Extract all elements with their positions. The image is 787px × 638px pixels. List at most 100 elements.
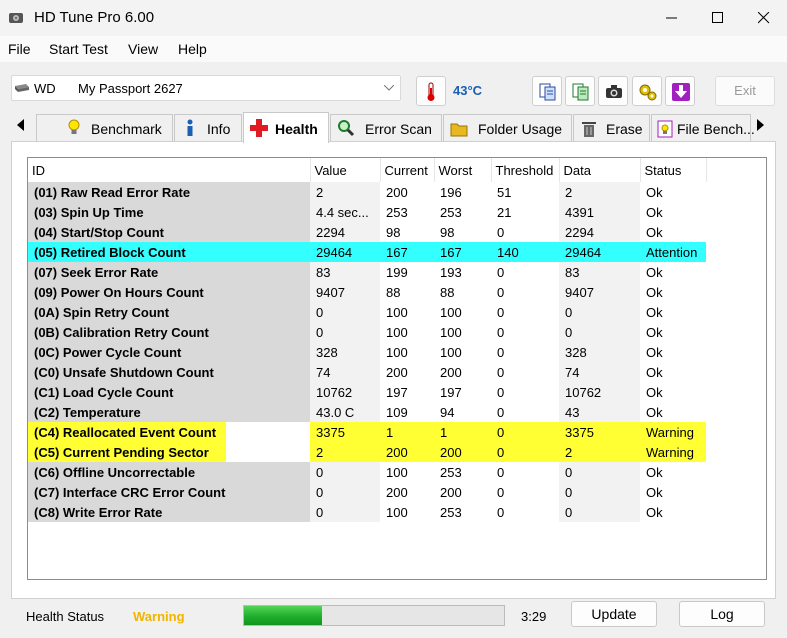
cell-status: Ok [646,184,663,200]
tab-info[interactable]: Info [174,114,242,142]
cell-threshold: 0 [497,484,505,500]
tab-file-bench[interactable]: File Bench... [651,114,755,142]
cell-data: 0 [559,482,640,502]
table-row[interactable]: (C2) Temperature 43.0 C 109 94 0 43 Ok [28,402,706,422]
app-icon [9,13,23,23]
minimize-icon [666,17,677,19]
cell-current: 100 [386,464,408,480]
column-header-current[interactable]: Current [380,158,435,182]
cell-id: (0B) Calibration Retry Count [28,322,310,342]
cell-value: 0 [310,322,380,342]
exit-button[interactable]: Exit [715,76,775,106]
cell-id: (C6) Offline Uncorrectable [28,462,310,482]
column-header-data[interactable]: Data [559,158,641,182]
cell-current: 199 [386,264,408,280]
table-row[interactable]: (C4) Reallocated Event Count 3375 1 1 0 3375 W… [28,422,706,442]
tab-benchmark[interactable]: Benchmark [36,114,173,142]
status-bar: Health Status Warning 3:29 Update Log [0,599,787,638]
cell-worst: 88 [440,284,455,300]
table-row[interactable]: (0A) Spin Retry Count 0 100 100 0 0 Ok [28,302,706,322]
cell-threshold: 0 [497,304,505,320]
copy-info-button[interactable] [532,76,562,106]
cell-status: Ok [646,364,663,380]
column-header-value[interactable]: Value [310,158,381,182]
cell-worst: 253 [440,204,462,220]
table-row[interactable]: (C5) Current Pending Sector 2 200 200 0 2 Warn… [28,442,706,462]
column-header-id[interactable]: ID [28,158,311,182]
cell-worst: 100 [440,324,462,340]
cell-current: 200 [386,364,408,380]
screenshot-button[interactable] [598,76,628,106]
table-row[interactable]: (C0) Unsafe Shutdown Count 74 200 200 0 74 Ok [28,362,706,382]
log-button[interactable]: Log [679,601,765,627]
cell-worst: 200 [440,484,462,500]
cell-worst: 98 [440,224,455,240]
tab-scroll-right-icon[interactable] [757,119,765,131]
cell-threshold: 0 [491,422,559,442]
tab-label-folder-usage: Folder Usage [478,121,563,137]
menu-file[interactable]: File [8,41,31,57]
table-row[interactable]: (05) Retired Block Count 29464 167 167 140 29… [28,242,706,262]
table-row[interactable]: (04) Start/Stop Count 2294 98 98 0 2294 Ok [28,222,706,242]
table-row[interactable]: (0C) Power Cycle Count 328 100 100 0 328 Ok [28,342,706,362]
cell-status: Ok [646,324,663,340]
maximize-button[interactable] [695,0,741,36]
cell-worst: 94 [440,404,455,420]
cell-id: (C5) Current Pending Sector [28,442,310,462]
tab-label-health: Health [275,121,318,137]
cell-data: 2 [559,182,640,202]
cell-id: (04) Start/Stop Count [28,222,310,242]
cell-worst: 100 [440,304,462,320]
table-row[interactable]: (C6) Offline Uncorrectable 0 100 253 0 0 Ok [28,462,706,482]
cell-id: (0A) Spin Retry Count [28,302,310,322]
options-button[interactable] [632,76,662,106]
cell-value: 83 [310,262,380,282]
cell-status: Ok [646,264,663,280]
cell-worst: 200 [434,442,491,462]
minimize-button[interactable] [649,0,695,36]
table-row[interactable]: (C8) Write Error Rate 0 100 253 0 0 Ok [28,502,706,522]
cell-value: 328 [310,342,380,362]
table-row[interactable]: (01) Raw Read Error Rate 2 200 196 51 2 Ok [28,182,706,202]
close-button[interactable] [741,0,787,36]
tab-label-benchmark: Benchmark [91,121,162,137]
elapsed-time: 3:29 [521,609,547,624]
cell-data: 3375 [559,422,640,442]
tab-folder-usage[interactable]: Folder Usage [443,114,572,142]
cell-current: 197 [386,384,408,400]
cell-current: 100 [386,324,408,340]
column-header-worst[interactable]: Worst [434,158,492,182]
menu-start-test[interactable]: Start Test [49,41,108,57]
tab-scroll-left-icon[interactable] [17,119,25,131]
table-row[interactable]: (09) Power On Hours Count 9407 88 88 0 9407 Ok [28,282,706,302]
column-header-status[interactable]: Status [640,158,707,182]
column-header-threshold[interactable]: Threshold [491,158,560,182]
tab-erase[interactable]: Erase [573,114,650,142]
tab-health[interactable]: Health [243,112,329,143]
menu-view[interactable]: View [128,41,158,57]
cell-id: (C1) Load Cycle Count [28,382,310,402]
menu-help[interactable]: Help [178,41,207,57]
table-row[interactable]: (07) Seek Error Rate 83 199 193 0 83 Ok [28,262,706,282]
temperature-button[interactable] [416,76,446,106]
tab-error-scan[interactable]: Error Scan [330,114,442,142]
table-row[interactable]: (03) Spin Up Time 4.4 sec... 253 253 21 4391 O… [28,202,706,222]
cell-worst: 100 [440,344,462,360]
cell-current: 98 [386,224,401,240]
cell-id: (0C) Power Cycle Count [28,342,310,362]
window-title: HD Tune Pro 6.00 [34,9,155,26]
cell-id: (C4) Reallocated Event Count [28,422,310,442]
update-button[interactable]: Update [571,601,657,627]
table-row[interactable]: (C7) Interface CRC Error Count 0 200 200 0 0 O… [28,482,706,502]
file-bench-icon [657,120,673,138]
table-header-row: ID Value Current Worst Threshold Data St… [28,158,707,182]
table-row[interactable]: (C1) Load Cycle Count 10762 197 197 0 10762 Ok [28,382,706,402]
save-download-button[interactable] [665,76,695,106]
cell-id: (05) Retired Block Count [28,242,310,262]
smart-attributes-list[interactable]: ID Value Current Worst Threshold Data St… [27,157,767,580]
table-row[interactable]: (0B) Calibration Retry Count 0 100 100 0 0 Ok [28,322,706,342]
cell-threshold: 140 [491,242,559,262]
copy-all-button[interactable] [565,76,595,106]
cell-worst: 193 [440,264,462,280]
drive-selector[interactable]: WD My Passport 2627 [11,75,401,101]
